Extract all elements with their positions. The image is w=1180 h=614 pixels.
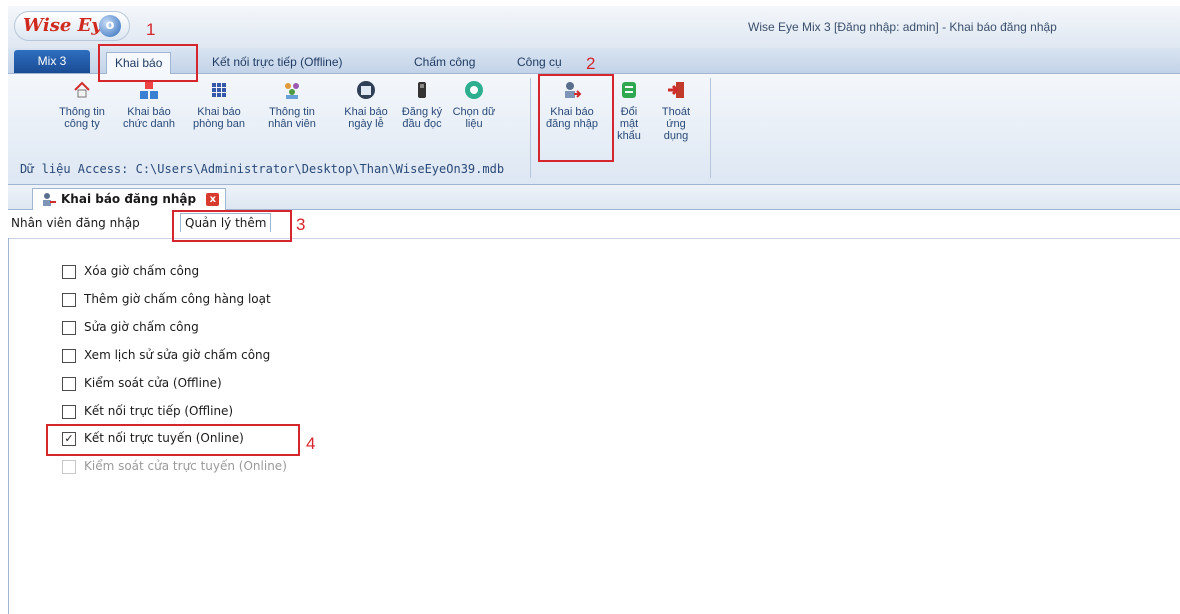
checkbox [62, 460, 76, 474]
title-bar: Wise Eye o Wise Eye Mix 3 [Đăng nhập: ad… [8, 6, 1180, 48]
ribbon-label: Khai báo phòng ban [193, 106, 245, 130]
ribbon-label: Đăng ký đầu đọc [401, 106, 443, 130]
annotation-box-4 [46, 424, 300, 456]
ribbon-label: Khai báo chức danh [122, 106, 175, 130]
ribbon-label: Đổi mật khẩu [617, 106, 641, 142]
window-title: Wise Eye Mix 3 [Đăng nhập: admin] - Khai… [748, 20, 1057, 34]
option-label: Thêm giờ chấm công hàng loạt [84, 292, 271, 306]
annotation-number-2: 2 [586, 54, 596, 73]
ribbon-label: Thoát ứng dụng [661, 106, 691, 142]
document-tab-strip: Khai báo đăng nhập x [8, 185, 1180, 210]
grid-icon [212, 83, 226, 97]
left-border [8, 238, 9, 614]
annotation-box-1 [98, 44, 198, 82]
tab-ket-noi-truc-tiep[interactable]: Kết nối trực tiếp (Offline) [212, 52, 343, 73]
ribbon-label: Thông tin công ty [59, 106, 105, 130]
ribbon-label: Chọn dữ liệu [452, 106, 496, 130]
checkbox[interactable] [62, 293, 76, 307]
house-icon [74, 81, 90, 98]
option-label: Kết nối trực tiếp (Offline) [84, 404, 234, 418]
checkbox[interactable] [62, 349, 76, 363]
chon-du-lieu-button[interactable]: Chọn dữ liệu [452, 80, 496, 130]
annotation-number-1: 1 [146, 20, 156, 39]
ribbon-label: Thông tin nhân viên [268, 106, 316, 130]
khai-bao-phong-ban-button[interactable]: Khai báo phòng ban [188, 80, 250, 130]
data-select-icon [465, 81, 483, 99]
option-label: Kiểm soát cửa trực tuyến (Online) [84, 459, 287, 473]
checkbox[interactable] [62, 377, 76, 391]
option-label: Kiểm soát cửa (Offline) [84, 376, 222, 390]
annotation-number-4: 4 [306, 434, 316, 453]
ribbon-label: Khai báo ngày lễ [344, 106, 388, 130]
option-label: Xem lịch sử sửa giờ chấm công [84, 348, 271, 362]
tab-mix3[interactable]: Mix 3 [14, 50, 90, 73]
change-password-icon [622, 82, 636, 98]
option-label: Sửa giờ chấm công [84, 320, 199, 334]
checkbox[interactable] [62, 265, 76, 279]
document-tab-khai-bao-dang-nhap[interactable]: Khai báo đăng nhập x [32, 188, 227, 210]
close-icon[interactable]: x [206, 193, 220, 206]
doi-mat-khau-button[interactable]: Đổi mật khẩu [614, 80, 644, 142]
annotation-box-2 [538, 74, 614, 162]
dang-ky-dau-doc-button[interactable]: Đăng ký đầu đọc [400, 80, 444, 130]
abc-blocks-icon [140, 81, 158, 99]
people-icon [285, 83, 299, 99]
thoat-ung-dung-button[interactable]: Thoát ứng dụng [654, 80, 698, 142]
user-login-icon [43, 193, 56, 206]
ribbon-group-separator [710, 78, 711, 178]
option-label: Xóa giờ chấm công [84, 264, 200, 278]
tab-cham-cong[interactable]: Chấm công [414, 52, 475, 73]
khai-bao-chuc-danh-button[interactable]: Khai báo chức danh [118, 80, 180, 130]
calendar-icon [357, 81, 375, 99]
annotation-box-3 [172, 210, 292, 242]
khai-bao-ngay-le-button[interactable]: Khai báo ngày lễ [344, 80, 388, 130]
reader-device-icon [418, 82, 426, 98]
tab-cong-cu[interactable]: Công cụ [517, 52, 562, 73]
exit-icon [668, 82, 684, 98]
logo-mark-icon: o [99, 15, 121, 37]
thong-tin-cong-ty-button[interactable]: Thông tin công ty [54, 80, 110, 130]
app-logo[interactable]: Wise Eye o [14, 11, 130, 41]
tab-nhan-vien-dang-nhap[interactable]: Nhân viên đăng nhập [11, 216, 140, 230]
data-path-label: Dữ liệu Access: C:\Users\Administrator\D… [20, 162, 505, 176]
annotation-number-3: 3 [296, 215, 306, 234]
ribbon-group-separator [530, 78, 531, 178]
checkbox[interactable] [62, 405, 76, 419]
document-tab-label: Khai báo đăng nhập [61, 192, 197, 206]
checkbox[interactable] [62, 321, 76, 335]
thong-tin-nhan-vien-button[interactable]: Thông tin nhân viên [260, 80, 324, 130]
